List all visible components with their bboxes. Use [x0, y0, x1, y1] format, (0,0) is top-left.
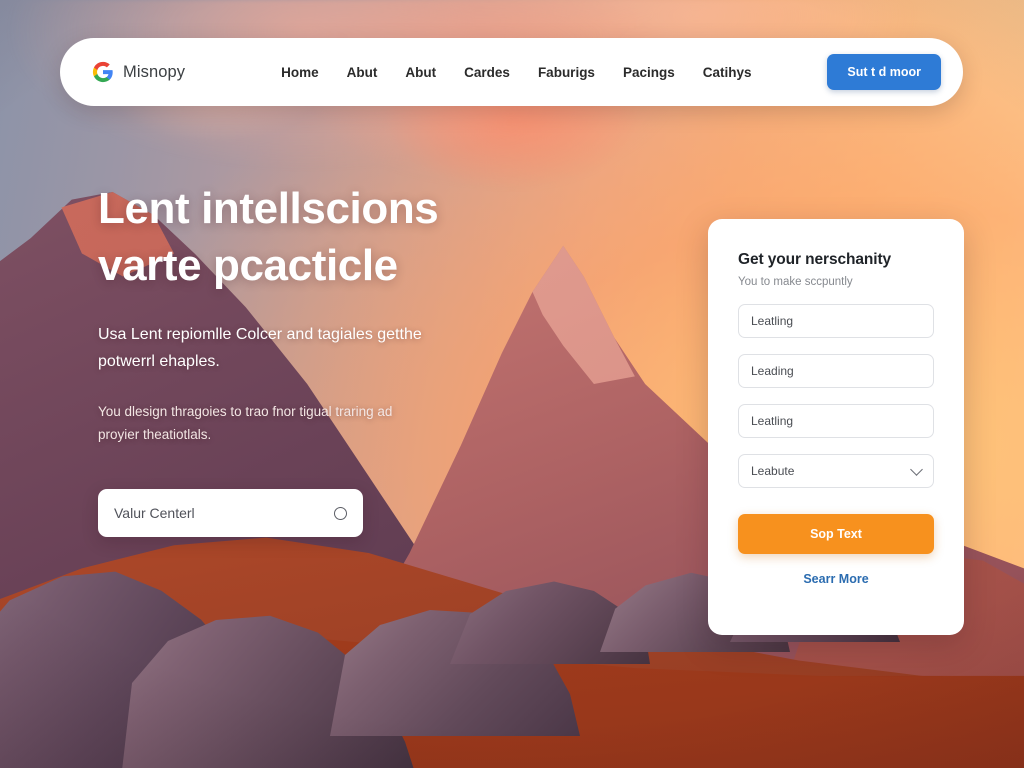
hero-paragraph-primary: Usa Lent repiomlle Colcer and tagiales g…: [98, 326, 422, 370]
nav-link-abut-1[interactable]: Abut: [347, 65, 378, 80]
navbar: Misnopy Home Abut Abut Cardes Faburigs P…: [60, 38, 963, 106]
nav-link-home[interactable]: Home: [281, 65, 319, 80]
card-field-two-value: Leading: [751, 364, 794, 378]
nav-link-catihys[interactable]: Catihys: [703, 65, 752, 80]
circle-icon[interactable]: [334, 506, 347, 520]
card-select-value: Leabute: [751, 464, 795, 478]
hero-title-line-2: varte pcacticle: [98, 241, 398, 291]
card-field-three[interactable]: Leatling: [738, 404, 934, 438]
card-title: Get your nerschanity: [738, 251, 892, 268]
chevron-down-icon: [910, 462, 923, 476]
card-select-dropdown[interactable]: Leabute: [738, 454, 934, 488]
card-submit-button[interactable]: Sop Text: [738, 514, 934, 554]
nav-link-faburigs[interactable]: Faburigs: [538, 65, 595, 80]
hero-title-line-1: Lent intellscions: [98, 184, 439, 233]
nav-link-pacings[interactable]: Pacings: [623, 65, 675, 80]
hero-search-input-value: Valur Centerl: [114, 505, 195, 522]
brand-name: Misnopy: [123, 62, 186, 81]
card-subtitle: You to make sccpuntly: [738, 276, 853, 288]
google-g-icon: [92, 61, 113, 83]
card-field-two[interactable]: Leading: [738, 354, 934, 388]
navbar-cta-button[interactable]: Sut t d moor: [827, 54, 941, 90]
card-field-one-value: Leatling: [751, 314, 794, 328]
hero-paragraph-secondary: You dlesign thragoies to trao fnor tigua…: [98, 404, 393, 443]
card-learn-more-link[interactable]: Searr More: [738, 572, 934, 586]
brand[interactable]: Misnopy: [92, 61, 185, 83]
card-field-three-value: Leatling: [751, 414, 794, 428]
nav-links: Home Abut Abut Cardes Faburigs Pacings C…: [281, 65, 751, 80]
card-field-one[interactable]: Leatling: [738, 304, 934, 338]
signup-card: Get your nerschanity You to make sccpunt…: [708, 219, 964, 635]
nav-link-cardes[interactable]: Cardes: [464, 65, 510, 80]
hero-title: Lent intellscions varte pcacticle: [98, 180, 528, 294]
hero-search-input[interactable]: Valur Centerl: [98, 489, 363, 538]
page-root: Misnopy Home Abut Abut Cardes Faburigs P…: [0, 0, 1024, 768]
nav-link-abut-2[interactable]: Abut: [405, 65, 436, 80]
hero-section: Lent intellscions varte pcacticle Usa Le…: [98, 180, 528, 538]
